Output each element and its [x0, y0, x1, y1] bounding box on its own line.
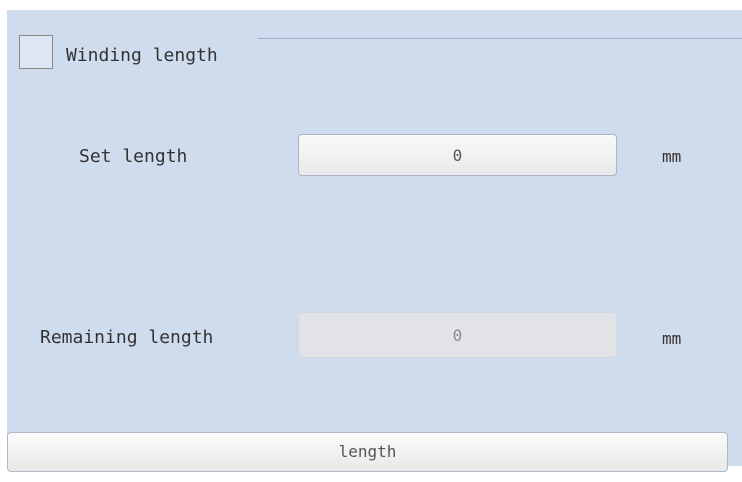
winding-length-checkbox[interactable] [19, 35, 53, 69]
remaining-length-unit: mm [662, 329, 682, 348]
set-length-unit: mm [662, 147, 682, 166]
set-length-label: Set length [79, 146, 188, 167]
group-divider [258, 38, 742, 39]
winding-length-panel [7, 10, 742, 466]
set-length-input[interactable] [298, 134, 617, 176]
remaining-length-label: Remaining length [40, 327, 214, 348]
remaining-length-field [298, 312, 617, 358]
group-title: Winding length [66, 45, 218, 66]
length-button[interactable]: length [7, 432, 728, 472]
